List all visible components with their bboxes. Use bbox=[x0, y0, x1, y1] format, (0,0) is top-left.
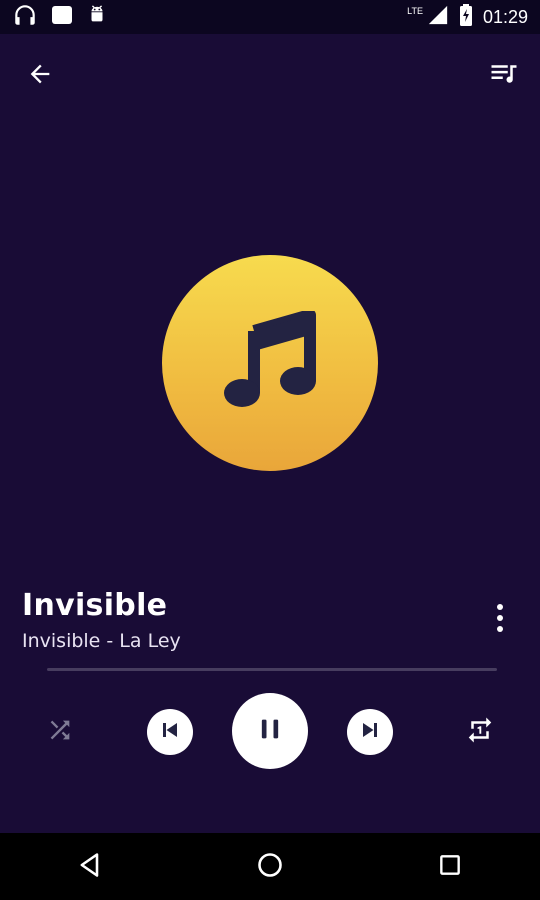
more-dot bbox=[497, 626, 503, 632]
skip-next-icon bbox=[358, 718, 382, 746]
square-recents-icon bbox=[437, 852, 463, 882]
queue-button[interactable] bbox=[484, 56, 524, 96]
play-pause-button[interactable] bbox=[232, 693, 308, 769]
navigation-bar bbox=[0, 833, 540, 900]
more-dot bbox=[497, 615, 503, 621]
queue-music-icon bbox=[489, 59, 519, 93]
track-subtitle: Invisible - La Ley bbox=[22, 630, 181, 652]
nav-back-button[interactable] bbox=[60, 837, 120, 897]
status-bar: LTE 01:29 bbox=[0, 0, 540, 34]
nav-home-button[interactable] bbox=[240, 837, 300, 897]
pause-icon bbox=[256, 715, 284, 747]
music-note-icon bbox=[222, 309, 318, 415]
music-player-screen: LTE 01:29 Invisible Invisible - La Ley bbox=[0, 0, 540, 900]
shuffle-icon bbox=[46, 716, 74, 748]
more-options-button[interactable] bbox=[490, 600, 510, 636]
headphones-icon bbox=[12, 2, 38, 32]
skip-previous-icon bbox=[158, 718, 182, 746]
more-dot bbox=[497, 604, 503, 610]
battery-icon bbox=[459, 3, 473, 31]
nav-recents-button[interactable] bbox=[420, 837, 480, 897]
seek-bar[interactable] bbox=[47, 668, 497, 671]
status-time: 01:29 bbox=[482, 6, 528, 27]
status-left-icons bbox=[12, 2, 108, 32]
back-button[interactable] bbox=[20, 56, 60, 96]
network-type-label: LTE bbox=[407, 6, 423, 16]
triangle-back-icon bbox=[76, 851, 104, 883]
arrow-back-icon bbox=[26, 60, 54, 92]
signal-icon bbox=[427, 4, 449, 30]
android-icon bbox=[86, 4, 108, 30]
previous-track-button[interactable] bbox=[147, 709, 193, 755]
square-notification-icon bbox=[50, 3, 74, 31]
app-bar bbox=[0, 34, 540, 114]
shuffle-button[interactable] bbox=[40, 712, 80, 752]
repeat-one-icon bbox=[465, 715, 495, 749]
repeat-button[interactable] bbox=[460, 712, 500, 752]
track-title: Invisible bbox=[22, 588, 168, 623]
next-track-button[interactable] bbox=[347, 709, 393, 755]
album-art bbox=[162, 255, 378, 471]
status-right-icons: LTE 01:29 bbox=[407, 3, 528, 31]
circle-home-icon bbox=[256, 851, 284, 883]
